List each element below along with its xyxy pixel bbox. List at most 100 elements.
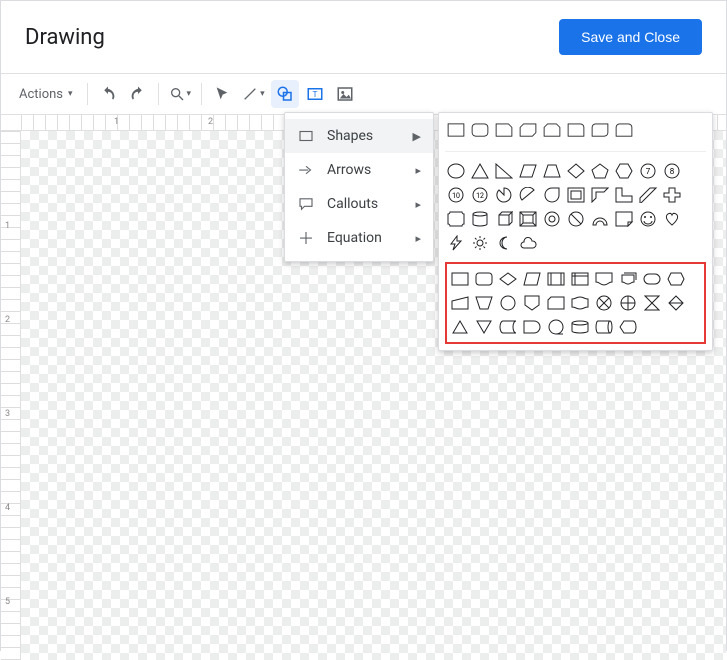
shape-half-frame[interactable] xyxy=(589,184,611,206)
flow-sort[interactable] xyxy=(665,292,687,314)
flow-manual-input[interactable] xyxy=(449,292,471,314)
line-tool-button[interactable]: ▾ xyxy=(238,80,269,108)
shape-dodecagon[interactable]: 12 xyxy=(469,184,491,206)
textbox-tool-button[interactable]: T xyxy=(301,80,329,108)
shape-cloud[interactable] xyxy=(517,232,539,254)
flow-summing[interactable] xyxy=(593,292,615,314)
shape-chord[interactable] xyxy=(517,184,539,206)
shape-heart[interactable] xyxy=(661,208,683,230)
shape-snip-diag[interactable] xyxy=(517,119,539,141)
shape-snip-corner[interactable] xyxy=(493,119,515,141)
basic-shapes-group xyxy=(445,119,706,141)
shape-right-triangle[interactable] xyxy=(493,160,515,182)
menu-item-arrows[interactable]: Arrows ▸ xyxy=(285,153,433,187)
shape-round-top[interactable] xyxy=(613,119,635,141)
shape-cube[interactable] xyxy=(493,208,515,230)
flow-alt-process[interactable] xyxy=(473,268,495,290)
image-icon xyxy=(336,85,354,103)
flow-connector[interactable] xyxy=(497,292,519,314)
flow-stored-data[interactable] xyxy=(497,316,519,338)
flow-internal-storage[interactable] xyxy=(569,268,591,290)
svg-text:10: 10 xyxy=(452,192,460,200)
menu-item-shapes[interactable]: Shapes ▶ xyxy=(285,119,433,153)
shape-octagon[interactable]: 8 xyxy=(661,160,683,182)
shape-pentagon[interactable] xyxy=(589,160,611,182)
undo-icon xyxy=(99,85,117,103)
shape-snip-top[interactable] xyxy=(541,119,563,141)
basic-shapes-group-2: 7 8 10 12 xyxy=(445,151,706,254)
flow-multidocument[interactable] xyxy=(617,268,639,290)
flow-terminator[interactable] xyxy=(641,268,663,290)
shape-frame[interactable] xyxy=(565,184,587,206)
shape-moon[interactable] xyxy=(493,232,515,254)
shapes-submenu: 7 8 10 12 xyxy=(438,112,713,351)
shape-block-arc[interactable] xyxy=(589,208,611,230)
shape-pie[interactable] xyxy=(493,184,515,206)
flow-or[interactable] xyxy=(617,292,639,314)
shape-heptagon[interactable]: 7 xyxy=(637,160,659,182)
select-tool-button[interactable] xyxy=(208,80,236,108)
shape-rounded-rectangle[interactable] xyxy=(469,119,491,141)
flow-preparation[interactable] xyxy=(665,268,687,290)
shape-hexagon[interactable] xyxy=(613,160,635,182)
undo-button[interactable] xyxy=(94,80,122,108)
flow-document[interactable] xyxy=(593,268,615,290)
flow-merge[interactable] xyxy=(473,316,495,338)
zoom-icon xyxy=(169,86,185,102)
svg-text:8: 8 xyxy=(670,167,675,176)
shape-plaque[interactable] xyxy=(445,208,467,230)
shape-tool-button[interactable] xyxy=(271,80,299,108)
toolbar: Actions ▾ ▾ ▾ T xyxy=(1,74,726,115)
caret-down-icon: ▾ xyxy=(68,89,73,99)
shape-parallelogram[interactable] xyxy=(517,160,539,182)
shape-l[interactable] xyxy=(613,184,635,206)
shape-rectangle[interactable] xyxy=(445,119,467,141)
flow-magnetic-disk[interactable] xyxy=(569,316,591,338)
flow-predefined[interactable] xyxy=(545,268,567,290)
flow-decision[interactable] xyxy=(497,268,519,290)
shape-teardrop[interactable] xyxy=(541,184,563,206)
chevron-right-icon: ▸ xyxy=(415,232,421,245)
shape-icon xyxy=(276,85,294,103)
flow-extract[interactable] xyxy=(449,316,471,338)
zoom-button[interactable]: ▾ xyxy=(165,80,196,108)
flow-delay[interactable] xyxy=(521,316,543,338)
shape-sun[interactable] xyxy=(469,232,491,254)
shape-folded-corner[interactable] xyxy=(613,208,635,230)
image-tool-button[interactable] xyxy=(331,80,359,108)
shape-smiley[interactable] xyxy=(637,208,659,230)
flow-display[interactable] xyxy=(617,316,639,338)
shape-cross[interactable] xyxy=(661,184,683,206)
textbox-icon: T xyxy=(306,85,324,103)
menu-item-callouts[interactable]: Callouts ▸ xyxy=(285,187,433,221)
shape-triangle[interactable] xyxy=(469,160,491,182)
shape-diamond[interactable] xyxy=(565,160,587,182)
shape-ellipse[interactable] xyxy=(445,160,467,182)
redo-button[interactable] xyxy=(124,80,152,108)
shape-no-symbol[interactable] xyxy=(565,208,587,230)
flow-punched-tape[interactable] xyxy=(569,292,591,314)
shape-lightning[interactable] xyxy=(445,232,467,254)
shape-diag-stripe[interactable] xyxy=(637,184,659,206)
shape-bevel[interactable] xyxy=(517,208,539,230)
flow-data[interactable] xyxy=(521,268,543,290)
menu-item-equation[interactable]: Equation ▸ xyxy=(285,221,433,255)
shape-round-one[interactable] xyxy=(565,119,587,141)
flow-seq-access[interactable] xyxy=(545,316,567,338)
chevron-right-icon: ▸ xyxy=(415,164,421,177)
shape-can[interactable] xyxy=(469,208,491,230)
actions-menu-button[interactable]: Actions ▾ xyxy=(11,80,81,108)
shape-trapezoid[interactable] xyxy=(541,160,563,182)
flow-offpage[interactable] xyxy=(521,292,543,314)
shape-donut[interactable] xyxy=(541,208,563,230)
svg-text:7: 7 xyxy=(646,167,651,176)
flow-process[interactable] xyxy=(449,268,471,290)
shape-decagon[interactable]: 10 xyxy=(445,184,467,206)
flow-direct-access[interactable] xyxy=(593,316,615,338)
flow-collate[interactable] xyxy=(641,292,663,314)
callout-icon xyxy=(297,195,315,213)
flow-manual-op[interactable] xyxy=(473,292,495,314)
flow-card[interactable] xyxy=(545,292,567,314)
save-and-close-button[interactable]: Save and Close xyxy=(559,19,702,55)
shape-round-diag[interactable] xyxy=(589,119,611,141)
